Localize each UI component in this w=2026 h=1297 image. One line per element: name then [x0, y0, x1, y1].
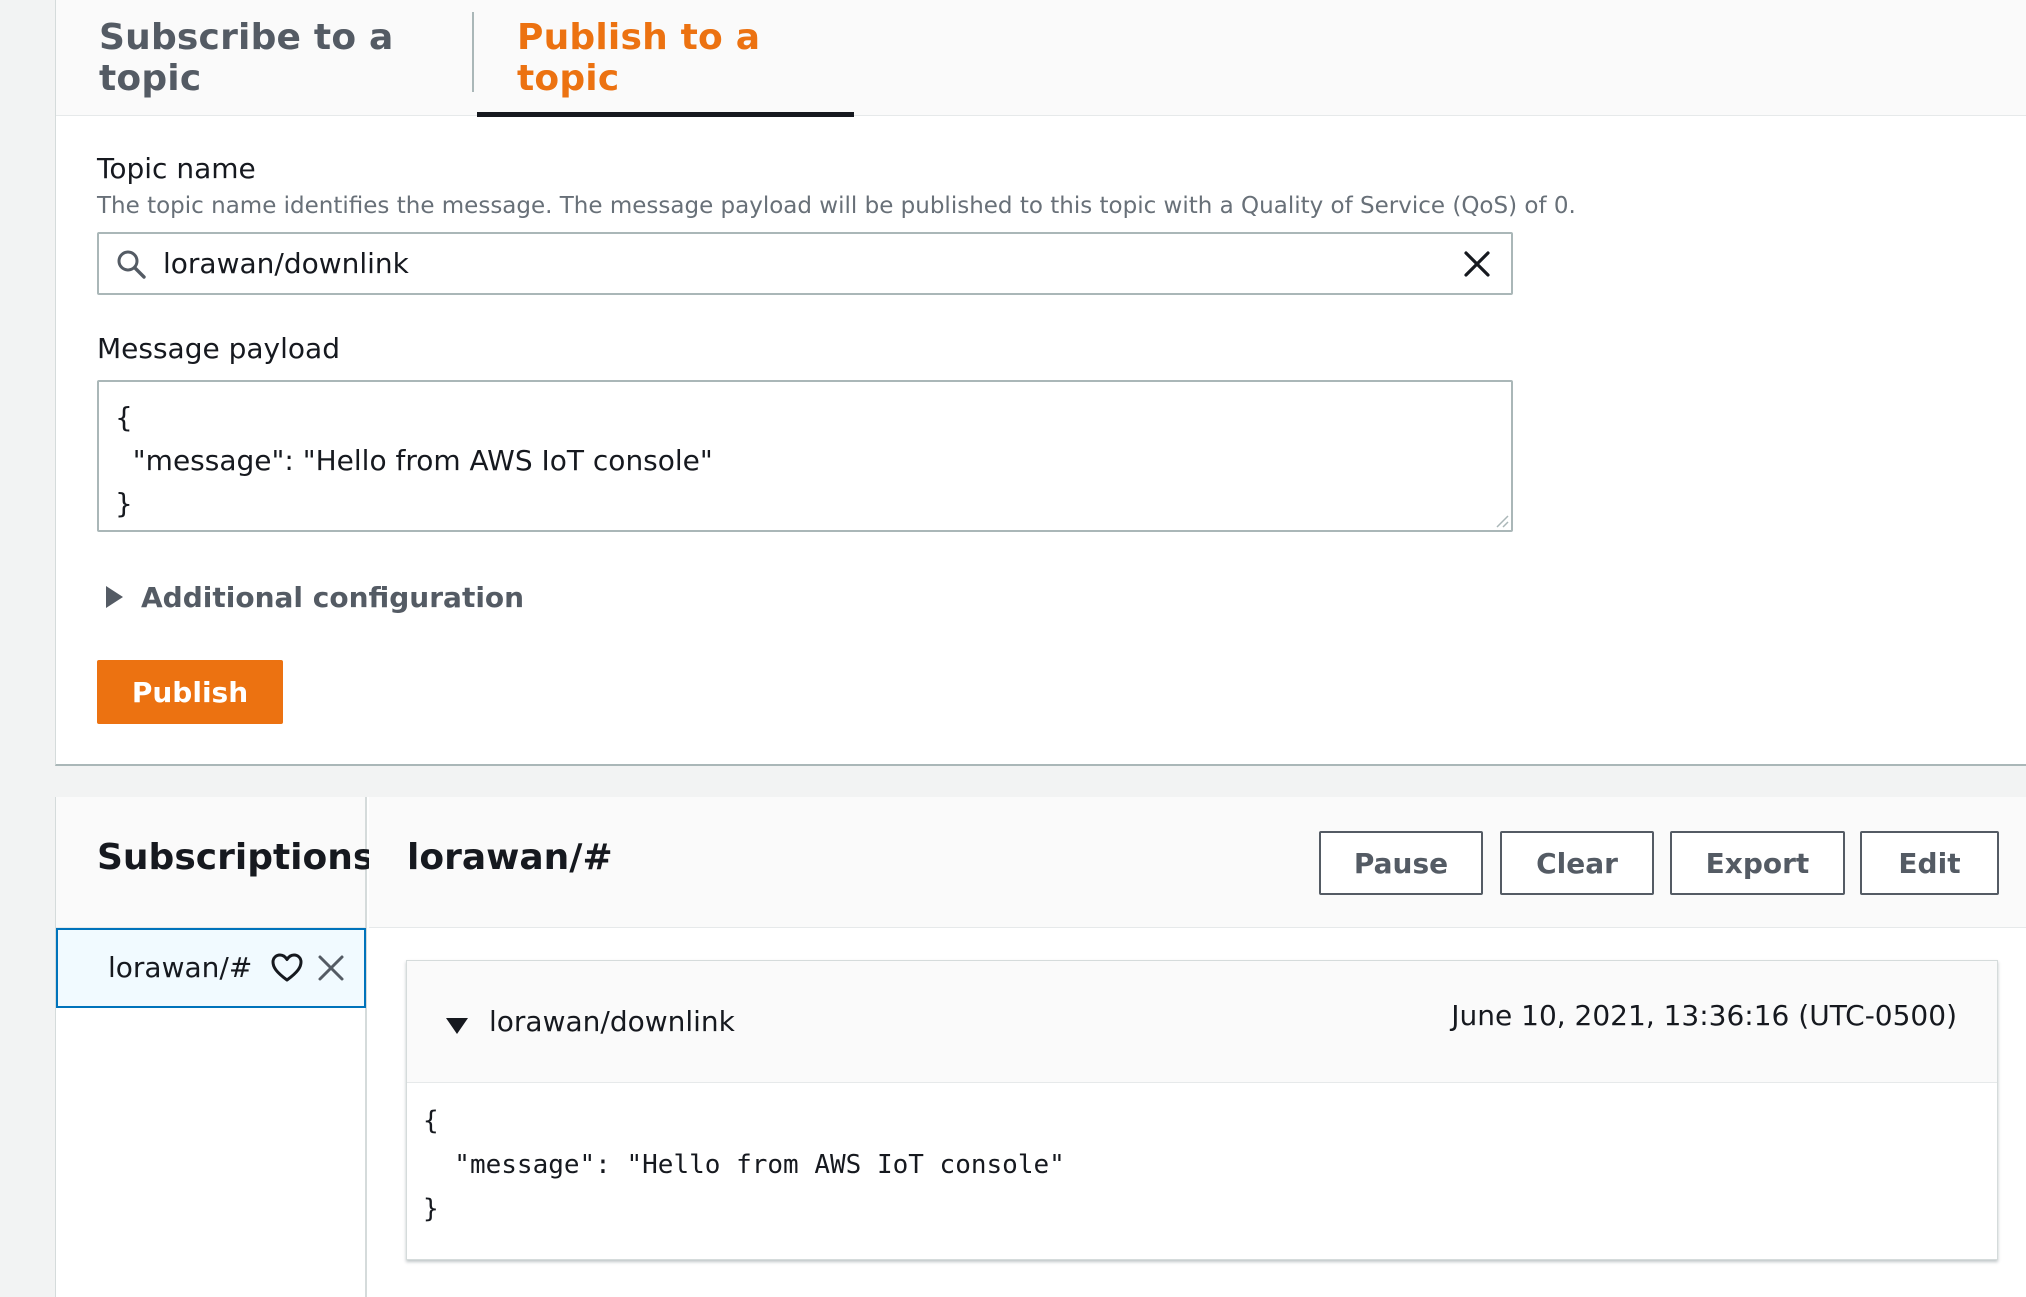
additional-configuration-expander[interactable]: Additional configuration	[106, 577, 524, 617]
subscription-item-label: lorawan/#	[108, 951, 253, 984]
message-payload-textarea[interactable]: { "message": "Hello from AWS IoT console…	[97, 380, 1513, 532]
message-timestamp: June 10, 2021, 13:36:16 (UTC-0500)	[1451, 999, 1957, 1032]
payload-line: }	[115, 487, 133, 520]
message-body-line: "message": "Hello from AWS IoT console"	[423, 1150, 1065, 1180]
message-topic: lorawan/downlink	[489, 1005, 735, 1038]
edit-button[interactable]: Edit	[1860, 831, 1999, 895]
caret-right-icon	[106, 586, 123, 608]
message-body-line: {	[423, 1106, 439, 1136]
message-header[interactable]: lorawan/downlink June 10, 2021, 13:36:16…	[407, 961, 1997, 1083]
message-payload-label: Message payload	[97, 332, 340, 365]
topic-name-field[interactable]	[97, 232, 1513, 295]
message-body-line: }	[423, 1194, 439, 1224]
subscriptions-header: Subscriptions	[56, 797, 374, 928]
export-button[interactable]: Export	[1670, 831, 1845, 895]
payload-line: "message": "Hello from AWS IoT console"	[115, 444, 713, 477]
subscription-detail-header: lorawan/# Pause Clear Export Edit	[369, 797, 2026, 928]
subscriptions-sidebar: Subscriptions lorawan/#	[56, 797, 374, 1297]
caret-down-icon[interactable]	[446, 1018, 468, 1034]
topic-name-label: Topic name	[97, 152, 256, 185]
subscriptions-panel: Subscriptions lorawan/# lorawan/# Pause …	[55, 797, 2026, 1297]
tab-divider	[472, 12, 474, 92]
subscription-item[interactable]: lorawan/#	[56, 928, 366, 1008]
subscription-detail-title: lorawan/#	[407, 837, 613, 878]
resize-grip-icon[interactable]	[1493, 512, 1509, 528]
additional-configuration-label: Additional configuration	[141, 580, 525, 614]
topic-name-input[interactable]	[163, 234, 1413, 293]
subscription-detail: lorawan/# Pause Clear Export Edit lorawa…	[369, 797, 2026, 1297]
tab-publish[interactable]: Publish to a topic	[477, 0, 854, 117]
tab-bar: Subscribe to a topic Publish to a topic	[56, 0, 2026, 117]
publish-panel: Subscribe to a topic Publish to a topic …	[55, 0, 2026, 766]
subscriptions-title: Subscriptions	[97, 837, 375, 878]
message-card: lorawan/downlink June 10, 2021, 13:36:16…	[406, 960, 1998, 1260]
pause-button[interactable]: Pause	[1319, 831, 1483, 895]
topic-name-description: The topic name identifies the message. T…	[97, 193, 1576, 219]
search-icon	[117, 250, 146, 279]
tab-subscribe[interactable]: Subscribe to a topic	[99, 0, 479, 116]
message-body: { "message": "Hello from AWS IoT console…	[423, 1099, 1065, 1231]
close-icon[interactable]	[315, 952, 347, 984]
heart-icon[interactable]	[270, 952, 304, 984]
clear-button[interactable]: Clear	[1500, 831, 1654, 895]
close-icon[interactable]	[1461, 248, 1493, 280]
publish-button[interactable]: Publish	[97, 660, 283, 724]
payload-line: {	[115, 401, 133, 434]
